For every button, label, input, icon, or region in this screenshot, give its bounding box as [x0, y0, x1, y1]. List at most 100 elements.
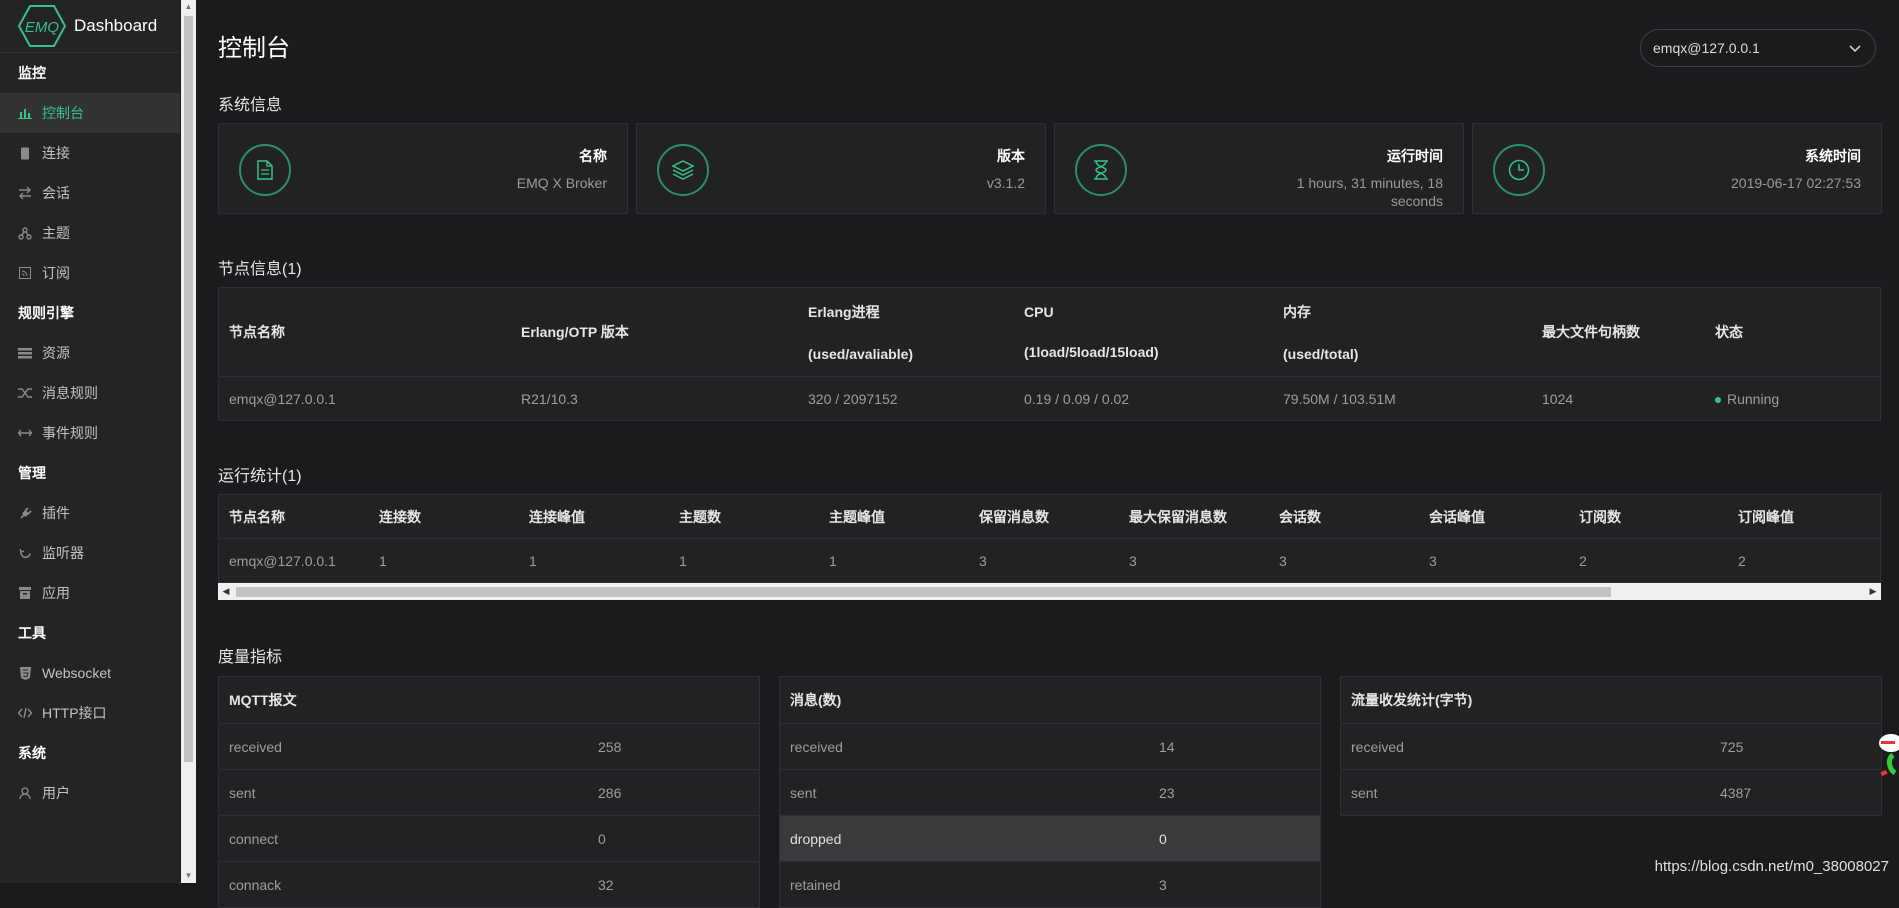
sidebar-item-label: 监听器 — [42, 545, 84, 561]
col-node-name: 节点名称 — [229, 508, 285, 525]
scroll-right-arrow-icon[interactable]: ▶ — [1865, 583, 1881, 600]
card-label: 版本 — [997, 148, 1025, 164]
sidebar-scrollbar[interactable]: ▲ ▼ — [181, 0, 196, 883]
sidebar-item-message-rules[interactable]: 消息规则 — [0, 373, 180, 413]
sidebar-item-topics[interactable]: 主题 — [0, 213, 180, 253]
scroll-down-arrow-icon[interactable]: ▼ — [181, 869, 196, 883]
scroll-left-arrow-icon[interactable]: ◀ — [218, 583, 234, 600]
metric-key: sent — [219, 769, 588, 816]
sidebar-item-plugins[interactable]: 插件 — [0, 493, 180, 533]
cell-cpu: 0.19 / 0.09 / 0.02 — [1014, 376, 1273, 421]
metric-value: 286 — [588, 769, 759, 816]
sidebar-item-connections[interactable]: 连接 — [0, 133, 180, 173]
sidebar-item-label: 会话 — [42, 185, 70, 201]
cell-max-fds: 1024 — [1532, 376, 1705, 421]
sidebar-item-users[interactable]: 用户 — [0, 773, 180, 813]
hourglass-icon — [1075, 144, 1127, 196]
nav-group-rule-engine: 规则引擎 — [18, 305, 74, 321]
document-icon — [239, 144, 291, 196]
metric-key: dropped — [780, 815, 1149, 862]
hscroll-thumb[interactable] — [236, 587, 1611, 597]
user-icon — [18, 786, 32, 800]
shuffle-icon — [18, 386, 32, 400]
metrics-table-title: MQTT报文 — [229, 692, 297, 708]
metric-key: sent — [780, 769, 1149, 816]
col-node-name: 节点名称 — [229, 324, 285, 340]
metric-value: 258 — [588, 723, 759, 770]
metric-key: received — [219, 723, 588, 770]
sidebar-item-websocket[interactable]: Websocket — [0, 653, 180, 693]
main-content: 控制台 emqx@127.0.0.1 系统信息 名称 EMQ X Broker … — [218, 0, 1882, 908]
sidebar: EMQ Dashboard 监控 控制台 连接 会话 主题 订阅 规则引擎 资源… — [0, 0, 180, 883]
sidebar-scroll-thumb[interactable] — [184, 16, 193, 762]
cell-sessions: 3 — [1269, 538, 1419, 583]
table-header-row: 节点名称 Erlang/OTP 版本 Erlang进程 (used/avalia… — [219, 288, 1881, 377]
table-row-hovered: dropped 0 — [780, 815, 1320, 862]
col-retained: 保留消息数 — [979, 508, 1049, 525]
sidebar-item-console[interactable]: 控制台 — [0, 93, 180, 133]
col-sessions-max: 会话峰值 — [1429, 508, 1485, 525]
table-header-row: MQTT报文 — [219, 677, 759, 724]
sidebar-item-http-api[interactable]: HTTP接口 — [0, 693, 180, 733]
mascot-widget[interactable] — [1871, 727, 1899, 797]
device-icon — [18, 146, 32, 160]
col-subscriptions: 订阅数 — [1579, 508, 1621, 525]
col-otp-version: Erlang/OTP 版本 — [521, 324, 629, 340]
node-select[interactable]: emqx@127.0.0.1 — [1640, 29, 1876, 67]
run-stats-table: 节点名称 连接数 连接峰值 主题数 主题峰值 保留消息数 最大保留消息数 会话数… — [218, 494, 1881, 583]
metric-key: connect — [219, 815, 588, 862]
col-erlang-proc: Erlang进程 (used/avaliable) — [798, 288, 1014, 377]
info-card-uptime: 运行时间 1 hours, 31 minutes, 18 seconds — [1054, 123, 1464, 214]
scroll-up-arrow-icon[interactable]: ▲ — [181, 0, 196, 14]
sidebar-item-label: 用户 — [42, 785, 70, 801]
table-row: sent 4387 — [1341, 769, 1881, 815]
table-row: received 258 — [219, 723, 759, 770]
emq-logo[interactable]: EMQ — [18, 4, 66, 48]
sidebar-item-listeners[interactable]: 监听器 — [0, 533, 180, 573]
card-value: EMQ X Broker — [516, 175, 607, 191]
cell-node-name: emqx@127.0.0.1 — [218, 538, 369, 583]
node-select-value: emqx@127.0.0.1 — [1653, 40, 1760, 56]
card-value: v3.1.2 — [986, 175, 1025, 191]
col-status: 状态 — [1715, 324, 1743, 340]
nav-group-manage: 管理 — [18, 465, 46, 481]
sidebar-item-label: 控制台 — [42, 105, 84, 121]
sidebar-item-resources[interactable]: 资源 — [0, 333, 180, 373]
metric-value: 3 — [1149, 861, 1320, 907]
table-row: sent 286 — [219, 769, 759, 816]
status-dot-icon — [1715, 396, 1721, 403]
cell-topics-max: 1 — [819, 538, 969, 583]
nav-group-tools: 工具 — [18, 625, 46, 641]
cell-otp-version: R21/10.3 — [511, 376, 798, 421]
nav-group-system: 系统 — [18, 745, 46, 761]
sidebar-item-applications[interactable]: 应用 — [0, 573, 180, 613]
clock-icon — [1493, 144, 1545, 196]
arrows-icon — [18, 426, 32, 440]
col-cpu-sub: (1load/5load/15load) — [1024, 344, 1159, 360]
topic-icon — [18, 226, 32, 240]
metric-value: 725 — [1710, 723, 1881, 770]
sidebar-item-sessions[interactable]: 会话 — [0, 173, 180, 213]
cell-node-name: emqx@127.0.0.1 — [218, 376, 511, 421]
sidebar-item-label: 插件 — [42, 505, 70, 521]
col-connections: 连接数 — [379, 508, 421, 525]
metric-key: connack — [219, 861, 588, 907]
run-stats-hscrollbar[interactable]: ◀ ▶ — [218, 583, 1881, 600]
node-info-table: 节点名称 Erlang/OTP 版本 Erlang进程 (used/avalia… — [218, 287, 1881, 421]
cell-topics: 1 — [669, 538, 819, 583]
swap-icon — [18, 186, 32, 200]
watermark: https://blog.csdn.net/m0_38008027 — [1654, 858, 1889, 875]
table-row: retained 3 — [780, 861, 1320, 907]
col-sessions: 会话数 — [1279, 508, 1321, 525]
metric-key: retained — [780, 861, 1149, 907]
col-topics: 主题数 — [679, 508, 721, 525]
col-max-fds: 最大文件句柄数 — [1542, 324, 1640, 340]
page-title: 控制台 — [218, 35, 290, 62]
table-row: received 14 — [780, 723, 1320, 770]
sidebar-item-subscriptions[interactable]: 订阅 — [0, 253, 180, 293]
metric-value: 32 — [588, 861, 759, 907]
cell-subscriptions: 2 — [1569, 538, 1728, 583]
code-icon — [18, 706, 32, 720]
sidebar-item-event-rules[interactable]: 事件规则 — [0, 413, 180, 453]
logo-row: EMQ Dashboard — [0, 0, 180, 53]
